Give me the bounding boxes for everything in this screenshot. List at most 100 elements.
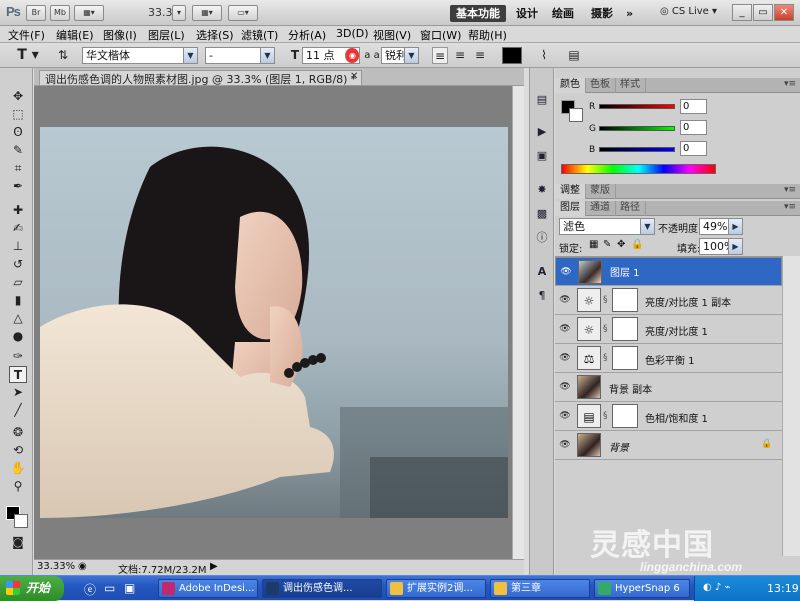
visibility-eye-icon[interactable]: 👁 — [558, 323, 572, 335]
dodge-tool-icon[interactable]: ● — [9, 328, 27, 345]
brush-tool-icon[interactable]: ✍ — [9, 220, 27, 237]
toggle-orientation-icon[interactable]: ⇅ — [54, 47, 72, 64]
type-tool-preset-icon[interactable]: T ▾ — [14, 47, 42, 64]
warp-text-icon[interactable]: ⌇ — [536, 47, 552, 64]
lock-all-icon[interactable]: 🔒 — [631, 239, 643, 250]
close-tab-icon[interactable]: ✕ — [350, 71, 358, 82]
clone-stamp-icon[interactable]: ⊥ — [9, 238, 27, 255]
tray-icons[interactable]: ◐ ♪ ⌁ — [703, 582, 731, 593]
navigator-panel-icon[interactable]: ▣ — [534, 148, 550, 164]
crop-tool-icon[interactable]: ⌗ — [9, 160, 27, 177]
ie-quicklaunch-icon[interactable]: ⓔ — [84, 581, 96, 598]
task-folder-chapter[interactable]: 第三章 — [490, 579, 590, 598]
align-right-icon[interactable]: ≡ — [472, 47, 488, 64]
shape-tool-icon[interactable]: ╱ — [9, 402, 27, 419]
channel-r-slider[interactable] — [599, 104, 675, 109]
vertical-scrollbar[interactable] — [512, 86, 524, 559]
layer-row[interactable]: 👁 图层 1 — [555, 257, 782, 286]
menu-layer[interactable]: 图层(L) — [148, 27, 185, 43]
history-panel-icon[interactable]: ▤ — [534, 92, 550, 108]
task-photoshop[interactable]: 调出伤感色调... — [262, 579, 382, 598]
paragraph-panel-icon[interactable]: ¶ — [534, 288, 550, 304]
pen-tool-icon[interactable]: ✑ — [9, 348, 27, 365]
path-select-tool-icon[interactable]: ➤ — [9, 384, 27, 401]
zoom-readout[interactable]: 33.33% — [37, 561, 75, 572]
screen-mode-button[interactable]: ▭▾ — [228, 5, 258, 21]
visibility-eye-icon[interactable]: 👁 — [558, 410, 572, 422]
character-panel-icon[interactable]: ▤ — [566, 47, 582, 64]
close-button[interactable]: ✕ — [774, 4, 794, 21]
status-menu-icon[interactable]: ◉ — [78, 561, 87, 572]
cs-live-menu[interactable]: ◎ CS Live ▾ — [660, 6, 717, 17]
layer-row[interactable]: 👁 背景 🔒 — [555, 431, 782, 460]
3d-orbit-tool-icon[interactable]: ⟲ — [9, 442, 27, 459]
brush-panel-icon[interactable]: ✸ — [534, 182, 550, 198]
mini-bridge-button[interactable]: Mb — [50, 5, 70, 21]
font-style-select[interactable]: - ▼ — [205, 47, 275, 64]
visibility-eye-icon[interactable]: 👁 — [558, 294, 572, 306]
panel-menu-icon[interactable]: ▾≡ — [784, 202, 796, 212]
layer-row[interactable]: 👁 ☼ § 亮度/对比度 1 副本 — [555, 286, 782, 315]
tab-styles[interactable]: 样式 — [615, 78, 646, 93]
tab-masks[interactable]: 蒙版 — [585, 184, 616, 199]
more-workspaces-button[interactable]: » — [620, 5, 639, 22]
menu-filter[interactable]: 滤镜(T) — [241, 27, 278, 43]
workspace-photography[interactable]: 摄影 — [585, 5, 619, 22]
blur-tool-icon[interactable]: △ — [9, 310, 27, 327]
gradient-tool-icon[interactable]: ▮ — [9, 292, 27, 309]
tab-color[interactable]: 颜色 — [555, 78, 586, 93]
task-hypersnap[interactable]: HyperSnap 6 — [594, 579, 690, 598]
visibility-eye-icon[interactable]: 👁 — [558, 439, 572, 451]
panel-menu-icon[interactable]: ▾≡ — [784, 185, 796, 195]
info-panel-icon[interactable]: ⓘ — [534, 230, 550, 246]
minimize-button[interactable]: _ — [732, 4, 752, 21]
workspace-painting[interactable]: 绘画 — [546, 5, 580, 22]
menu-view[interactable]: 视图(V) — [373, 27, 411, 43]
healing-brush-icon[interactable]: ✚ — [9, 202, 27, 219]
text-color-swatch[interactable] — [502, 47, 522, 64]
blend-mode-select[interactable]: 滤色 ▼ — [559, 218, 655, 235]
clock[interactable]: 13:19 — [767, 582, 799, 595]
lasso-tool-icon[interactable]: ʘ — [9, 124, 27, 141]
menu-help[interactable]: 帮助(H) — [468, 27, 507, 43]
status-arrow-icon[interactable]: ▶ — [210, 561, 218, 572]
task-indesign[interactable]: Adobe InDesi... — [158, 579, 258, 598]
menu-window[interactable]: 窗口(W) — [420, 27, 461, 43]
lock-position-icon[interactable]: ✥ — [617, 239, 625, 250]
menu-select[interactable]: 选择(S) — [196, 27, 234, 43]
menu-3d[interactable]: 3D(D) — [336, 27, 369, 40]
visibility-eye-icon[interactable]: 👁 — [559, 266, 573, 278]
zoom-dropdown[interactable]: ▾ — [172, 5, 186, 21]
restore-button[interactable]: ▭ — [753, 4, 773, 21]
layer-row[interactable]: 👁 ⚖ § 色彩平衡 1 — [555, 344, 782, 373]
tab-adjustments[interactable]: 调整 — [555, 184, 586, 199]
panel-menu-icon[interactable]: ▾≡ — [784, 79, 796, 89]
align-left-icon[interactable]: ≡ — [432, 47, 448, 64]
fill-input[interactable]: 100% ▶ — [699, 238, 743, 255]
channel-r-value[interactable]: 0 — [680, 99, 707, 114]
zoom-level[interactable]: 33.3 — [148, 6, 173, 19]
opacity-input[interactable]: 49% ▶ — [699, 218, 743, 235]
tab-layers[interactable]: 图层 — [555, 201, 586, 216]
document-tab[interactable]: 调出伤感色调的人物照素材图.jpg @ 33.3% (图层 1, RGB/8) … — [39, 70, 363, 86]
quick-mask-icon[interactable]: ◙ — [9, 534, 27, 551]
antialias-select[interactable]: 锐利 ▼ — [381, 47, 419, 64]
channel-g-value[interactable]: 0 — [680, 120, 707, 135]
menu-file[interactable]: 文件(F) — [8, 27, 45, 43]
font-family-select[interactable]: 华文楷体 ▼ — [82, 47, 198, 64]
layers-scrollbar[interactable] — [782, 256, 800, 556]
folder-quicklaunch-icon[interactable]: ▣ — [124, 581, 135, 595]
align-center-icon[interactable]: ≡ — [452, 47, 468, 64]
desktop-quicklaunch-icon[interactable]: ▭ — [104, 581, 115, 595]
document-image[interactable] — [40, 127, 508, 518]
eraser-tool-icon[interactable]: ▱ — [9, 274, 27, 291]
channel-g-slider[interactable] — [599, 126, 675, 131]
menu-analysis[interactable]: 分析(A) — [288, 27, 326, 43]
type-tool-icon[interactable]: T — [9, 366, 27, 383]
arrange-documents-button[interactable]: ▦▾ — [192, 5, 222, 21]
layer-row[interactable]: 👁 背景 副本 — [555, 373, 782, 402]
task-folder-example[interactable]: 扩展实例2调... — [386, 579, 486, 598]
move-tool-icon[interactable]: ✥ — [9, 88, 27, 105]
visibility-eye-icon[interactable]: 👁 — [558, 381, 572, 393]
color-bg-swatch[interactable] — [569, 108, 583, 122]
